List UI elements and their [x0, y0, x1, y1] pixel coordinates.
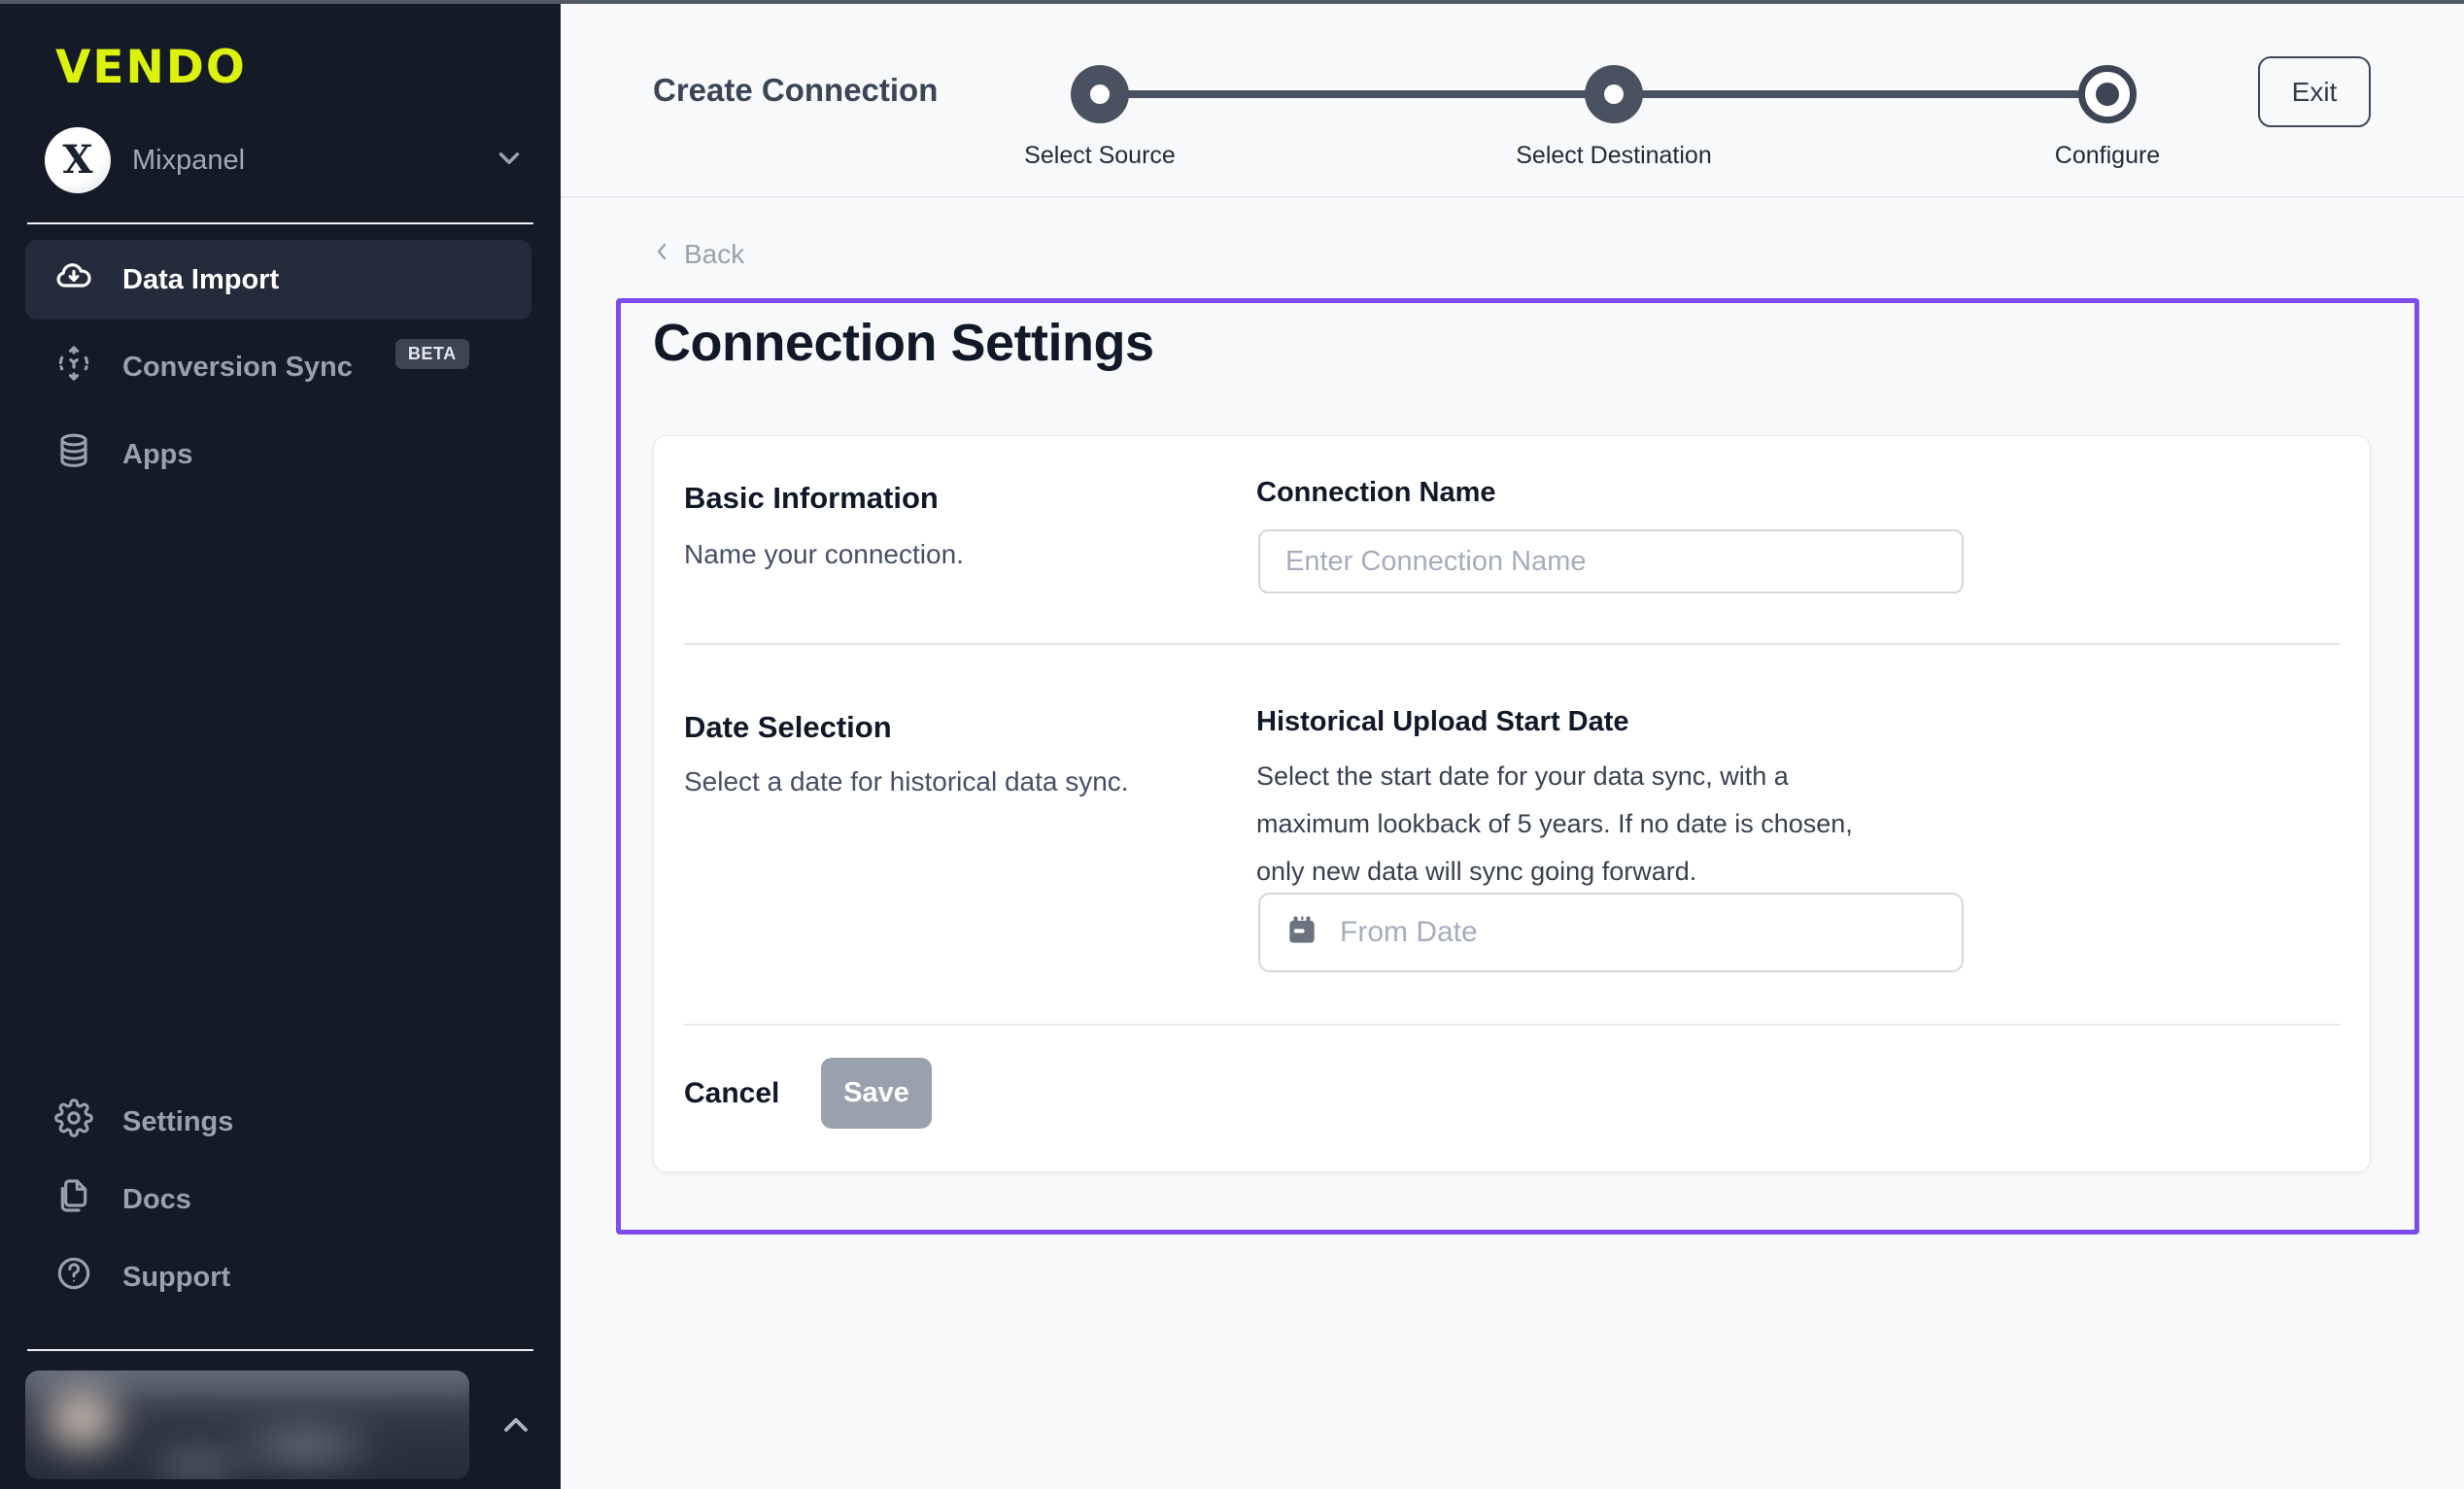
database-icon — [54, 431, 93, 478]
blurred-user-info — [25, 1371, 469, 1479]
chevron-left-icon — [651, 239, 674, 270]
page-title: Create Connection — [653, 72, 938, 109]
historical-upload-label: Historical Upload Start Date — [1256, 706, 1629, 738]
date-selection-title: Date Selection — [684, 710, 892, 745]
back-label: Back — [684, 239, 744, 270]
pages-icon — [54, 1176, 93, 1223]
save-button[interactable]: Save — [821, 1058, 932, 1129]
user-row — [25, 1371, 535, 1479]
chevron-down-icon — [493, 142, 526, 180]
sidebar-item-label: Settings — [122, 1106, 233, 1138]
gear-icon — [54, 1099, 93, 1145]
sidebar-item-conversion-sync[interactable]: Conversion Sync BETA — [25, 327, 531, 407]
sidebar-divider — [27, 222, 533, 224]
sidebar-item-label: Conversion Sync — [122, 352, 353, 384]
sidebar-item-label: Docs — [122, 1184, 191, 1216]
step-label-select-source: Select Source — [1024, 142, 1176, 170]
step-label-configure: Configure — [2055, 142, 2160, 170]
stepper-connector-2 — [1614, 90, 2107, 98]
workspace-name: Mixpanel — [132, 145, 245, 177]
sidebar-footer-nav: Settings Docs — [0, 1083, 561, 1316]
from-date-placeholder: From Date — [1340, 916, 1478, 949]
historical-upload-help: Select the start date for your data sync… — [1256, 753, 1898, 896]
card-divider — [684, 1024, 2340, 1026]
question-circle-icon — [54, 1254, 93, 1301]
beta-badge: BETA — [395, 339, 469, 369]
sidebar-item-data-import[interactable]: Data Import — [25, 240, 531, 320]
connection-name-input[interactable] — [1258, 529, 1964, 593]
workspace-selector[interactable]: X Mixpanel — [45, 127, 526, 193]
basic-information-description: Name your connection. — [684, 539, 964, 570]
sidebar-item-apps[interactable]: Apps — [25, 415, 531, 494]
header-divider — [561, 196, 2464, 198]
sidebar-item-settings[interactable]: Settings — [25, 1083, 531, 1161]
panel-title: Connection Settings — [653, 313, 1154, 373]
exit-button[interactable]: Exit — [2258, 56, 2371, 127]
sidebar-item-support[interactable]: Support — [25, 1238, 531, 1316]
step-dot-select-source — [1071, 65, 1129, 123]
vendo-logo: VENDO — [55, 41, 561, 94]
cancel-button[interactable]: Cancel — [684, 1077, 779, 1110]
sidebar-divider-bottom — [27, 1349, 533, 1351]
step-dot-select-destination — [1585, 65, 1643, 123]
calendar-icon — [1283, 912, 1320, 954]
app-screen: VENDO X Mixpanel Data Import — [0, 0, 2464, 1489]
date-selection-description: Select a date for historical data sync. — [684, 766, 1129, 797]
sidebar-item-label: Apps — [122, 439, 193, 471]
step-label-select-destination: Select Destination — [1516, 142, 1712, 170]
sidebar-item-label: Support — [122, 1262, 230, 1294]
basic-information-title: Basic Information — [684, 481, 939, 516]
window-top-strip — [0, 0, 2464, 4]
chevron-up-icon[interactable] — [496, 1405, 535, 1444]
connection-settings-card: Basic Information Name your connection. … — [653, 435, 2371, 1172]
step-dot-configure — [2078, 65, 2137, 123]
sync-arrows-icon — [54, 344, 93, 390]
connection-name-label: Connection Name — [1256, 477, 1496, 509]
back-link[interactable]: Back — [651, 239, 744, 270]
stepper-connector-1 — [1100, 90, 1614, 98]
from-date-input[interactable]: From Date — [1258, 893, 1964, 972]
sidebar-item-docs[interactable]: Docs — [25, 1161, 531, 1238]
card-divider — [684, 643, 2340, 645]
sidebar-nav: Data Import Conversion Sync BETA — [0, 240, 561, 494]
sidebar-item-label: Data Import — [122, 264, 279, 296]
mixpanel-logo-icon: X — [45, 127, 111, 193]
sidebar: VENDO X Mixpanel Data Import — [0, 4, 561, 1489]
cloud-download-icon — [54, 256, 93, 303]
user-profile-blurred[interactable] — [25, 1371, 469, 1479]
